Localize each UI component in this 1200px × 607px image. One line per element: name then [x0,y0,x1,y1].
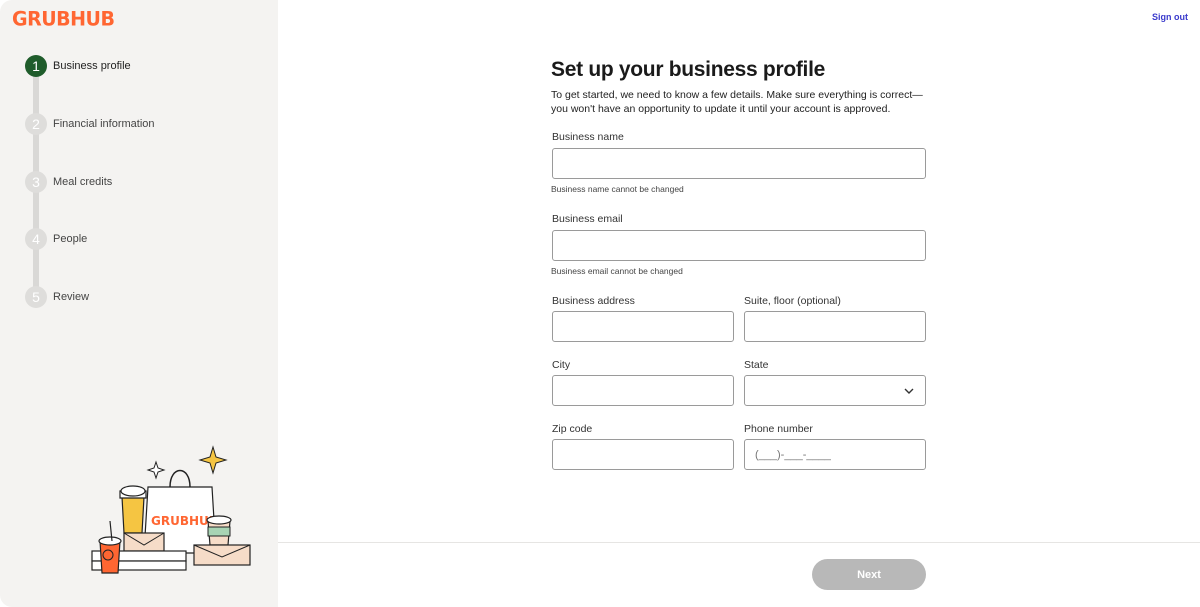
business-address-input[interactable] [552,311,734,342]
business-email-hint: Business email cannot be changed [551,266,683,276]
page-title: Set up your business profile [551,58,825,81]
step-meal-credits[interactable]: 3 Meal credits [25,171,112,193]
zip-input[interactable] [552,439,734,470]
phone-input[interactable] [744,439,926,470]
step-number: 5 [25,286,47,308]
step-number: 3 [25,171,47,193]
step-label: People [53,233,88,245]
grubhub-logo[interactable]: GRUBHUB [12,7,115,30]
suite-label: Suite, floor (optional) [744,295,841,307]
business-name-hint: Business name cannot be changed [551,184,684,194]
business-email-input[interactable] [552,230,926,261]
step-label: Business profile [53,60,131,72]
state-label: State [744,359,769,371]
business-email-label: Business email [552,213,623,225]
business-name-input[interactable] [552,148,926,179]
business-address-label: Business address [552,295,635,307]
next-button[interactable]: Next [812,559,926,590]
step-number: 2 [25,113,47,135]
zip-label: Zip code [552,423,593,435]
step-business-profile[interactable]: 1 Business profile [25,55,131,77]
business-name-label: Business name [552,131,624,143]
footer-divider [278,542,1200,543]
city-label: City [552,359,571,371]
step-number: 1 [25,55,47,77]
state-select[interactable] [744,375,926,406]
sign-out-link[interactable]: Sign out [1152,12,1188,22]
chevron-down-icon [904,388,914,394]
step-review[interactable]: 5 Review [25,286,89,308]
sidebar: GRUBHUB 1 Business profile 2 Financial i… [0,0,278,607]
intro-text: To get started, we need to know a few de… [551,89,923,115]
phone-label: Phone number [744,423,813,435]
step-number: 4 [25,228,47,250]
food-delivery-illustration: GRUBHUB [91,445,251,574]
step-financial-information[interactable]: 2 Financial information [25,113,155,135]
suite-input[interactable] [744,311,926,342]
business-profile-form: Set up your business profile To get star… [551,56,926,116]
app-frame: GRUBHUB 1 Business profile 2 Financial i… [0,0,1200,607]
step-label: Financial information [53,118,155,130]
city-input[interactable] [552,375,734,406]
step-label: Meal credits [53,176,113,188]
step-people[interactable]: 4 People [25,228,87,250]
step-label: Review [53,291,90,303]
